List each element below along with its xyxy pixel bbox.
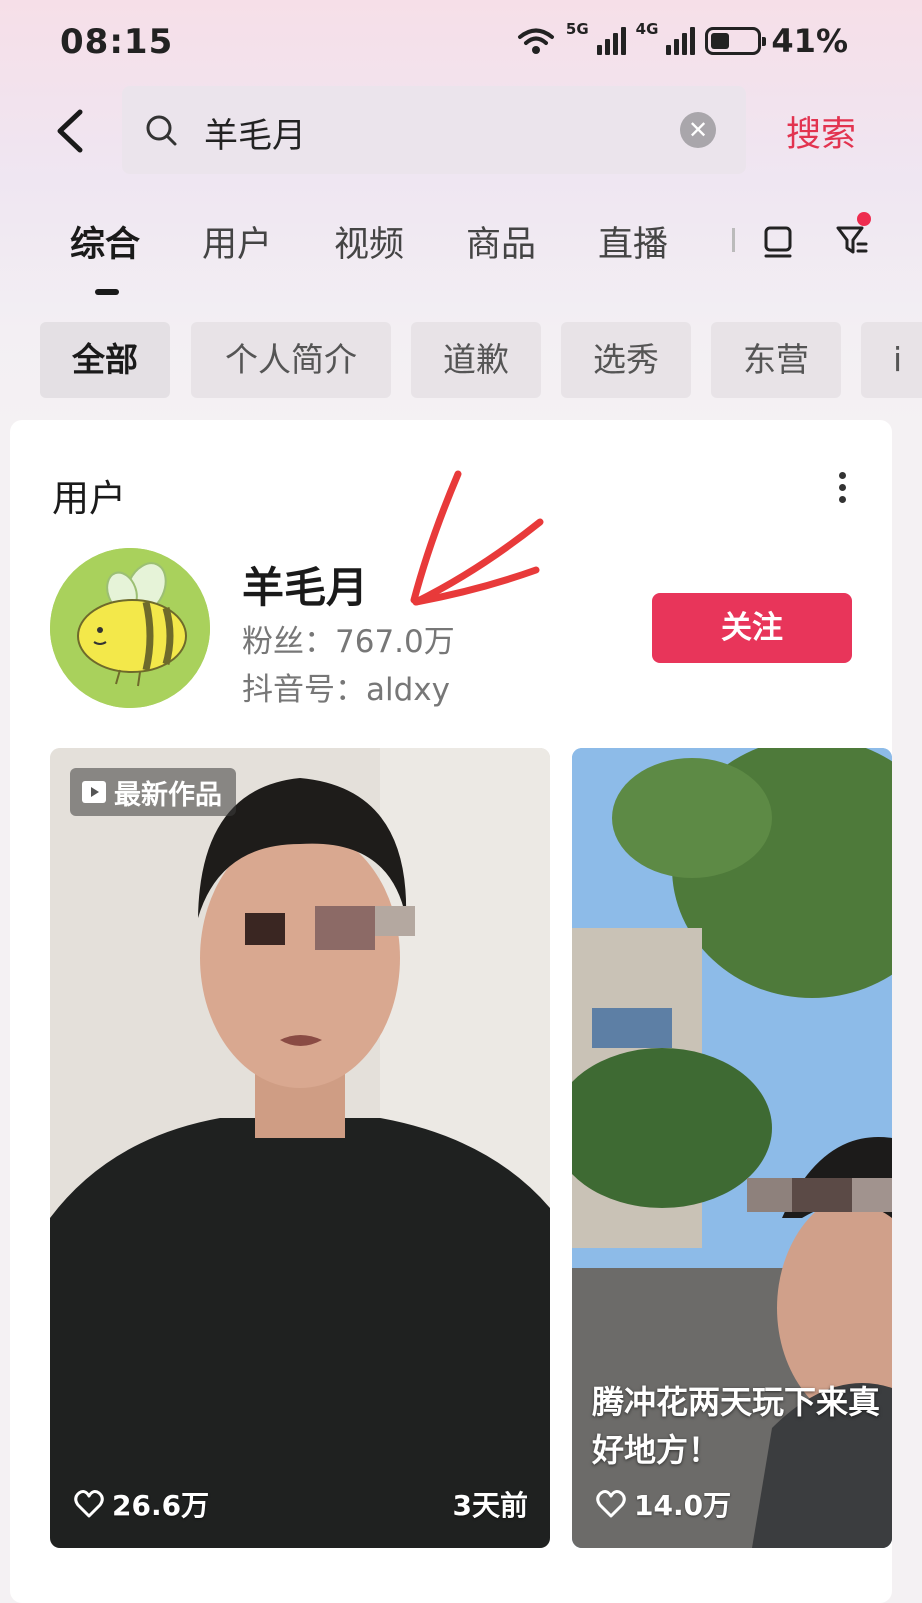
video-caption: 腾冲花两天玩下来真 好地方！ [592, 1378, 892, 1474]
person-image [50, 748, 550, 1548]
chip-all[interactable]: 全部 [40, 322, 170, 398]
search-query-text[interactable]: 羊毛月 [204, 108, 306, 157]
avatar[interactable] [50, 548, 210, 708]
bee-avatar-icon [50, 548, 210, 708]
chip-talent-show[interactable]: 选秀 [561, 322, 691, 398]
status-bar: 08:15 5G 4G 41% [0, 0, 922, 86]
battery-percent: 41% [771, 22, 848, 60]
chip-dongying[interactable]: 东营 [711, 322, 841, 398]
status-time: 08:15 [60, 22, 174, 62]
tv-icon[interactable] [760, 222, 796, 260]
search-icon [146, 115, 177, 146]
notification-dot [857, 212, 871, 226]
tab-videos[interactable]: 视频 [334, 216, 404, 267]
filter-chips: 全部 个人简介 道歉 选秀 东营 i [40, 322, 922, 398]
user-result-card: 用户 羊毛月 粉丝：767.0万 抖音号：aldxy 关注 最新作品 26.6万… [10, 420, 892, 1603]
play-icon [82, 781, 106, 803]
clear-icon[interactable]: ✕ [680, 112, 716, 148]
more-options-icon[interactable] [832, 472, 852, 508]
user-followers: 粉丝：767.0万 [242, 624, 455, 660]
battery-icon [705, 27, 767, 55]
like-count-text: 26.6万 [112, 1489, 210, 1522]
filter-icon[interactable] [832, 220, 872, 260]
user-name[interactable]: 羊毛月 [242, 554, 368, 615]
caption-line-1: 腾冲花两天玩下来真 [592, 1383, 881, 1421]
tab-overflow-fade [732, 228, 735, 252]
chip-more[interactable]: i [861, 322, 922, 398]
annotation-arrow-icon [410, 470, 544, 606]
badge-label: 最新作品 [114, 779, 222, 811]
search-input[interactable]: 羊毛月 ✕ [122, 86, 746, 174]
search-button[interactable]: 搜索 [786, 106, 856, 157]
signal-bars-icon [596, 27, 626, 55]
network-label-5g: 5G [565, 20, 589, 38]
section-title: 用户 [52, 477, 126, 520]
network-label-4g: 4G [635, 20, 659, 38]
back-arrow-icon[interactable] [50, 108, 90, 154]
result-tabs: 综合 用户 视频 商品 直播 [70, 216, 770, 306]
tab-comprehensive[interactable]: 综合 [70, 216, 140, 267]
status-icons: 5G 4G 41% [516, 22, 848, 60]
post-time: 3天前 [452, 1489, 528, 1522]
video-thumbnail[interactable]: 最新作品 26.6万 3天前 [50, 748, 550, 1548]
tab-products[interactable]: 商品 [466, 216, 536, 267]
chip-apology[interactable]: 道歉 [411, 322, 541, 398]
signal-bars-icon [666, 27, 696, 55]
video-thumbnail[interactable]: 腾冲花两天玩下来真 好地方！ 14.0万 [572, 748, 892, 1548]
follow-button[interactable]: 关注 [652, 593, 852, 663]
like-count-text: 14.0万 [634, 1489, 732, 1522]
like-count: 14.0万 [596, 1484, 731, 1524]
user-douyin-id: 抖音号：aldxy [242, 672, 450, 708]
tab-users[interactable]: 用户 [202, 216, 272, 267]
caption-line-2: 好地方！ [592, 1431, 721, 1469]
latest-work-badge: 最新作品 [70, 768, 236, 816]
chip-bio[interactable]: 个人简介 [191, 322, 391, 398]
tab-live[interactable]: 直播 [598, 216, 668, 267]
like-count: 26.6万 [74, 1484, 209, 1524]
heart-icon [74, 1490, 104, 1518]
battery-fill [711, 33, 730, 49]
active-tab-indicator [95, 289, 119, 295]
heart-icon [596, 1490, 626, 1518]
wifi-icon [517, 28, 554, 54]
